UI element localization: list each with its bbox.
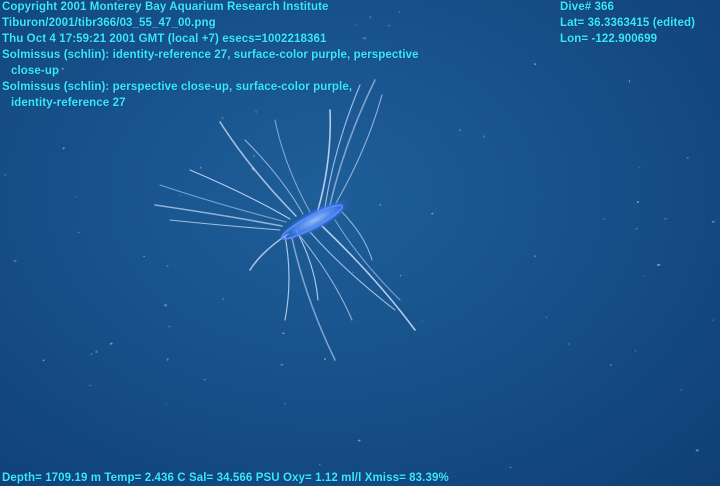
particle (431, 212, 434, 215)
particle (280, 363, 284, 366)
jellyfish-solmissus (154, 79, 416, 361)
tentacle (317, 109, 332, 211)
dive-number-text: Dive# 366 (560, 1, 614, 13)
overlay-top-left-text: Copyright 2001 Monterey Bay Aquarium Res… (2, 0, 419, 111)
particle (656, 263, 661, 266)
tentacle (284, 235, 290, 321)
tentacle (169, 219, 281, 231)
longitude-text: Lon= -122.900699 (560, 33, 658, 45)
particle (42, 359, 45, 362)
latitude-text: Lat= 36.3363415 (edited) (560, 17, 696, 29)
particle (680, 389, 683, 391)
particle (602, 218, 605, 220)
tentacle (274, 119, 311, 213)
particle (609, 363, 613, 367)
jellyfish-tentacles (154, 79, 416, 361)
particle (711, 220, 715, 223)
particle (421, 320, 424, 322)
tentacle (321, 225, 416, 331)
tentacle (309, 231, 396, 311)
particle (638, 166, 641, 169)
particle (222, 298, 224, 301)
timestamp-text: Thu Oct 4 17:59:21 2001 GMT (local +7) e… (2, 33, 327, 45)
particle (643, 275, 645, 277)
particle (379, 203, 381, 207)
particle (166, 358, 169, 361)
particle (253, 154, 255, 158)
annotation-2-text: Solmissus (schlin): perspective close-up… (2, 81, 353, 93)
particle (509, 466, 512, 469)
particle (179, 194, 182, 197)
particle (634, 350, 637, 352)
particle (200, 166, 202, 169)
overlay-bottom-sensor-text: Depth= 1709.19 m Temp= 2.436 C Sal= 34.5… (2, 470, 449, 486)
particle (3, 174, 7, 176)
sensor-readout-text: Depth= 1709.19 m Temp= 2.436 C Sal= 34.5… (2, 472, 449, 484)
tentacle (341, 211, 373, 261)
particle (568, 343, 570, 345)
particle (635, 227, 638, 230)
particle (283, 402, 286, 405)
jellyfish-bell (279, 198, 351, 242)
particle (90, 353, 94, 355)
tentacle (335, 94, 383, 204)
particle (399, 274, 402, 277)
copyright-text: Copyright 2001 Monterey Bay Aquarium Res… (2, 1, 329, 13)
tentacle (291, 237, 336, 361)
particle (636, 200, 640, 204)
particle (203, 379, 207, 381)
particle (628, 80, 631, 83)
particle (459, 129, 462, 131)
annotation-2-continuation: identity-reference 27 (11, 97, 126, 109)
particle (545, 316, 548, 318)
particle (534, 63, 536, 66)
tentacle (159, 184, 287, 223)
file-path-text: Tiburon/2001/tibr366/03_55_47_00.png (2, 17, 216, 29)
particle (281, 332, 285, 334)
particle (74, 196, 77, 198)
particle (168, 325, 171, 328)
particle (62, 147, 65, 150)
particle (352, 271, 354, 274)
particle (357, 439, 361, 442)
particle (163, 303, 168, 307)
particle (88, 384, 92, 387)
particle (95, 350, 98, 354)
tentacle (244, 139, 304, 215)
particle (712, 319, 714, 322)
particle (482, 135, 485, 138)
particle (255, 110, 258, 113)
particle (319, 463, 321, 466)
overlay-top-right-text: Dive# 366 Lat= 36.3363415 (edited) Lon= … (560, 0, 695, 47)
particle (164, 403, 167, 405)
particle (77, 231, 80, 233)
particle (166, 265, 169, 267)
particle (533, 255, 537, 258)
particle (143, 256, 146, 257)
particle (221, 117, 224, 119)
particle (109, 342, 113, 345)
particle (324, 357, 326, 361)
particle (13, 259, 17, 263)
particle (664, 217, 668, 220)
annotation-1-continuation: close-up (11, 65, 60, 77)
particle (686, 157, 689, 159)
annotation-1-text: Solmissus (schlin): identity-reference 2… (2, 49, 419, 61)
particle (695, 449, 699, 452)
